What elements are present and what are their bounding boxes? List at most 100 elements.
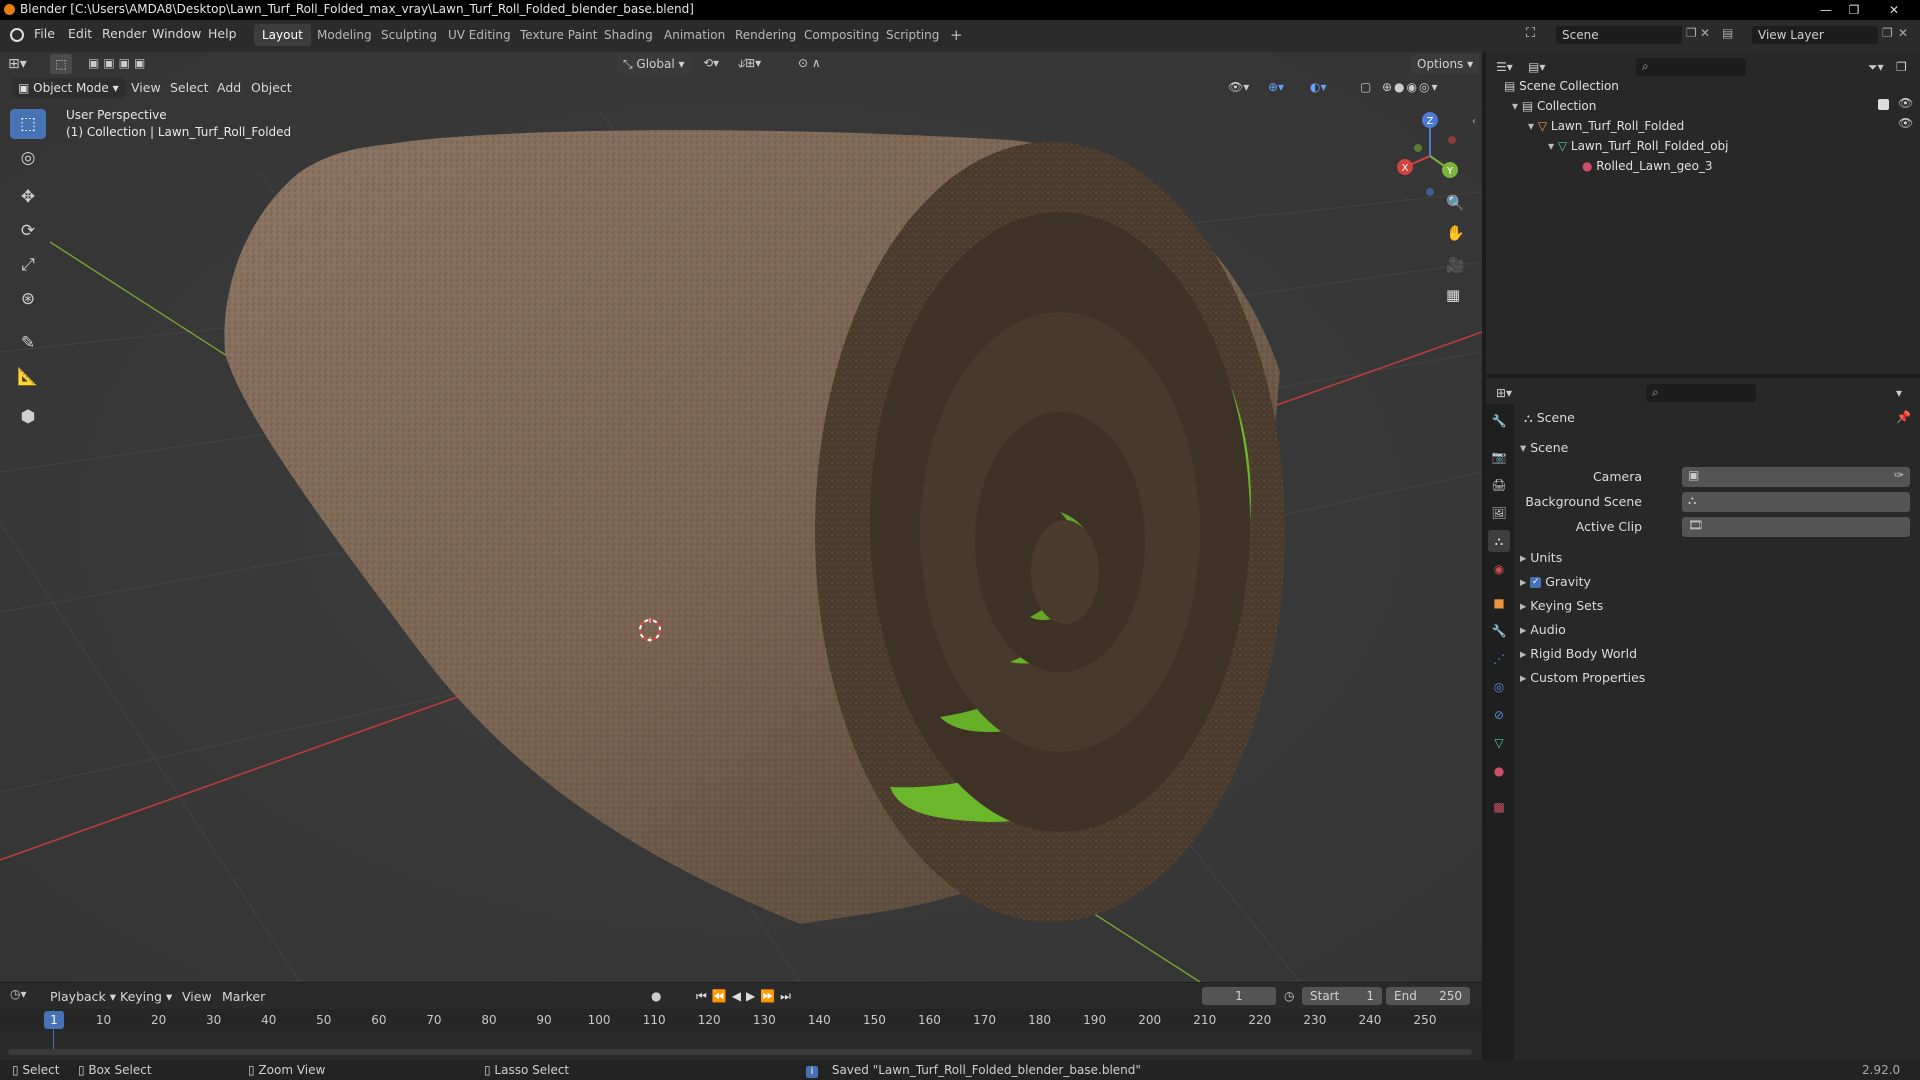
eyedropper-icon[interactable]: ✑ [1894,468,1904,482]
timeline-menu-keying[interactable]: Keying ▾ [120,987,172,1007]
cursor-tool-icon[interactable]: ◎ [10,143,46,173]
constraints-tab-icon[interactable]: ⊘ [1488,704,1510,726]
tab-rendering[interactable]: Rendering [727,24,804,46]
annotate-tool-icon[interactable]: ✎ [10,328,46,358]
perspective-toggle-icon[interactable]: ▦ [1446,286,1460,304]
view-layer-selector[interactable]: View Layer [1752,26,1878,44]
gravity-checkbox[interactable]: ✓ [1530,577,1542,588]
outliner-item-material[interactable]: ● Rolled_Lawn_geo_3 [1582,156,1713,176]
display-mode-icon[interactable]: ▤▾ [1528,60,1545,74]
menu-window[interactable]: Window [152,26,201,41]
zoom-icon[interactable]: 🔍 [1446,194,1465,212]
tab-modeling[interactable]: Modeling [309,24,380,46]
record-keyframe-icon[interactable]: ● [651,989,661,1003]
start-frame-field[interactable]: Start 1 [1302,987,1382,1005]
scene-selector[interactable]: Scene [1556,26,1682,44]
filter-icon[interactable]: ⏷▾ [1868,60,1884,75]
physics-tab-icon[interactable]: ◎ [1488,676,1510,698]
expand-arrow-icon[interactable]: ▾ [1528,119,1538,133]
select-box-tool-icon[interactable]: ⬚ [10,109,46,139]
expand-arrow-icon[interactable]: ▾ [1548,139,1558,153]
active-clip-field[interactable]: 🎞 [1682,517,1910,537]
sidebar-toggle-icon[interactable]: ‹ [1472,116,1476,127]
new-collection-icon[interactable]: ❐ [1896,60,1907,74]
outliner-editor-icon[interactable]: ☰▾ [1496,60,1513,74]
xray-icon[interactable]: ▢ [1360,80,1371,94]
particles-tab-icon[interactable]: ⋰ [1488,648,1510,670]
modifier-tab-icon[interactable]: 🔧 [1488,620,1510,642]
visibility-icon[interactable]: 👁▾ [1228,80,1249,94]
outliner-item-object[interactable]: ▾ ▽ Lawn_Turf_Roll_Folded [1528,116,1684,136]
tool-tab-icon[interactable]: 🔧 [1488,410,1510,432]
transform-orientation-dropdown[interactable]: ⤡ Global ▾ [617,54,691,74]
proportional-edit-icon[interactable]: ⊙ ∧ [798,56,821,70]
pin-icon[interactable]: 📌 [1896,410,1911,424]
outliner-item-scene-collection[interactable]: ▤ Scene Collection [1504,76,1619,96]
overlay-toggle-icon[interactable]: ◐▾ [1310,80,1327,94]
hide-eye-icon[interactable]: 👁 [1898,96,1913,110]
blender-menu-icon[interactable] [10,28,24,42]
close-button[interactable]: ✕ [1880,0,1908,20]
new-scene-icon[interactable]: ❐ [1686,26,1697,40]
timeline-menu-view[interactable]: View [182,987,212,1007]
object-mode-dropdown[interactable]: ▣ Object Mode ▾ [12,78,125,98]
object-tab-icon[interactable]: ■ [1488,592,1510,614]
hide-eye-icon[interactable]: 👁 [1898,116,1913,130]
gizmo-toggle-icon[interactable]: ⊕▾ [1268,80,1284,94]
viewport-menu-object[interactable]: Object [251,78,292,98]
data-tab-icon[interactable]: ▽ [1488,732,1510,754]
3d-viewport[interactable]: Z X Y ⊞▾ ⬚ ▣▣▣▣ ⤡ Global ▾ ⟲▾ ⫝̸⊞▾ ⊙ ∧ O… [0,52,1482,982]
exclude-checkbox[interactable] [1878,99,1889,110]
tab-texture-paint[interactable]: Texture Paint [512,24,605,46]
gravity-section[interactable]: ▸ ✓ Gravity [1520,570,1591,594]
menu-help[interactable]: Help [208,26,237,41]
outliner-item-mesh[interactable]: ▾ ▽ Lawn_Turf_Roll_Folded_obj [1548,136,1729,156]
tab-scripting[interactable]: Scripting [878,24,947,46]
units-section[interactable]: ▸ Units [1520,546,1562,570]
maximize-button[interactable]: ❐ [1840,0,1868,20]
collapse-icon[interactable]: ▾ [1896,386,1902,400]
pan-hand-icon[interactable]: ✋ [1446,224,1465,242]
playback-controls-icons[interactable]: ⏮⏪◀▶⏩⏭ [696,989,796,1004]
menu-render[interactable]: Render [102,26,147,41]
new-view-layer-icon[interactable]: ❐ [1882,26,1893,40]
menu-edit[interactable]: Edit [68,26,92,41]
pivot-point-icon[interactable]: ⟲▾ [703,56,719,70]
tab-shading[interactable]: Shading [596,24,661,46]
end-frame-field[interactable]: End 250 [1386,987,1470,1005]
delete-view-layer-icon[interactable]: ✕ [1898,26,1908,40]
timeline-menu-playback[interactable]: Playback ▾ [50,987,116,1007]
camera-field[interactable]: ▣ ✑ [1682,467,1910,487]
tab-sculpting[interactable]: Sculpting [373,24,445,46]
properties-editor-icon[interactable]: ⊞▾ [1496,386,1512,400]
timeline-scrollbar[interactable] [8,1049,1472,1055]
custom-properties-section[interactable]: ▸ Custom Properties [1520,666,1645,690]
properties-search-input[interactable]: ⌕ [1646,384,1756,402]
add-cube-tool-icon[interactable]: ⬢ [10,402,46,432]
selection-mode-icons[interactable]: ▣▣▣▣ [88,56,149,70]
tab-compositing[interactable]: Compositing [796,24,887,46]
measure-tool-icon[interactable]: 📐 [10,362,46,392]
camera-view-icon[interactable]: 🎥 [1446,256,1465,274]
material-tab-icon[interactable]: ● [1488,760,1510,782]
viewport-menu-select[interactable]: Select [170,78,209,98]
editor-type-icon[interactable]: ⊞▾ [8,56,36,76]
expand-arrow-icon[interactable]: ▾ [1512,99,1522,113]
outliner-search-input[interactable]: ⌕ [1636,58,1746,76]
tab-layout[interactable]: Layout [254,24,311,46]
tab-uv-editing[interactable]: UV Editing [440,24,519,46]
viewport-menu-view[interactable]: View [131,78,161,98]
options-dropdown[interactable]: Options ▾ [1411,54,1480,74]
scale-tool-icon[interactable]: ⤢ [10,250,46,280]
move-tool-icon[interactable]: ✥ [10,182,46,212]
timeline-editor-icon[interactable]: ◷▾ [10,987,27,1001]
select-tool-icon[interactable]: ⬚ [50,54,72,74]
add-workspace-button[interactable]: + [942,24,971,46]
menu-file[interactable]: File [34,26,55,41]
snap-icon[interactable]: ⫝̸⊞▾ [738,56,761,71]
rigid-body-world-section[interactable]: ▸ Rigid Body World [1520,642,1637,666]
delete-scene-icon[interactable]: ✕ [1700,26,1710,40]
viewport-menu-add[interactable]: Add [217,78,241,98]
tab-animation[interactable]: Animation [656,24,733,46]
shading-mode-icons[interactable]: ⊕●◉◎▾ [1382,80,1440,94]
